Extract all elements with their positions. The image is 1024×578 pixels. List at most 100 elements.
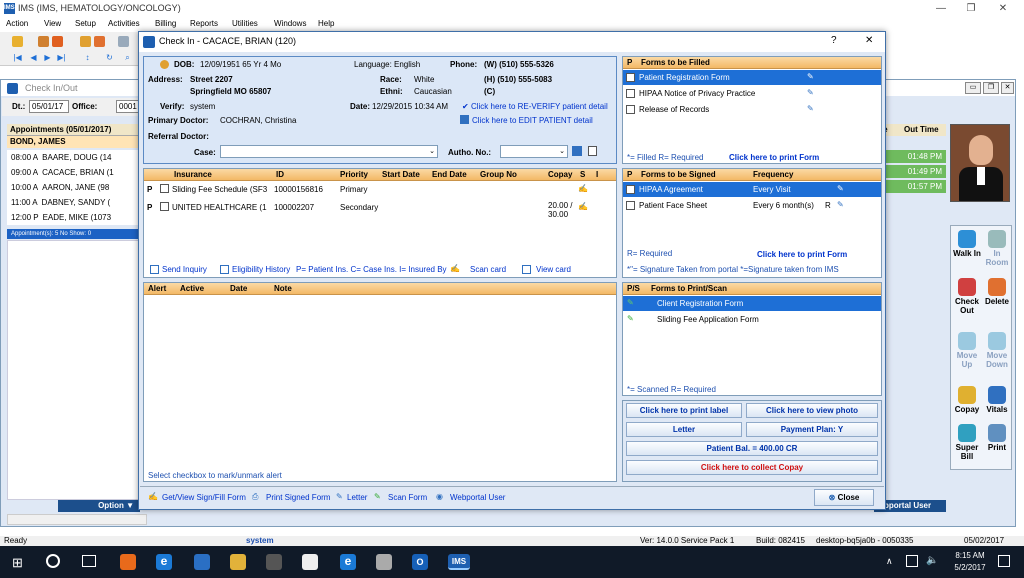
form-row[interactable]: Patient Registration Form ✎	[623, 70, 881, 85]
taskbar-time[interactable]: 8:15 AM	[954, 551, 986, 560]
dialog-close-icon[interactable]: ✕	[865, 35, 873, 46]
calculator-icon[interactable]	[266, 554, 282, 570]
letter-link[interactable]: Letter	[347, 493, 367, 502]
refresh-icon[interactable]: ↻	[104, 52, 115, 63]
print-filled-form-link[interactable]: Click here to print Form	[729, 153, 819, 162]
edge-icon[interactable]: e	[156, 554, 172, 570]
close-button[interactable]: ⊗ Close	[814, 489, 874, 506]
ci-restore-icon[interactable]: ❐	[983, 82, 999, 94]
minimize-icon[interactable]: —	[926, 0, 956, 17]
collect-copay-button[interactable]: Click here to collect Copay	[626, 460, 878, 475]
ims-taskbar-icon[interactable]: IMS	[448, 554, 470, 570]
network-icon[interactable]	[906, 555, 918, 567]
print-label-button[interactable]: Click here to print label	[626, 403, 742, 418]
super-bill-button[interactable]: Super Bill	[952, 424, 982, 461]
users-icon[interactable]	[38, 36, 49, 47]
ci-minimize-icon[interactable]: ▭	[965, 82, 981, 94]
menu-activities[interactable]: Activities	[108, 19, 140, 28]
print-signed-form-link[interactable]: Click here to print Form	[757, 250, 847, 259]
autho-select[interactable]: ⌄	[500, 145, 568, 158]
volume-icon[interactable]: 🔈	[926, 555, 938, 566]
move-down-button[interactable]: Move Down	[982, 332, 1012, 369]
outlook-icon[interactable]: O	[412, 554, 428, 570]
webportal-user-link[interactable]: Webportal User	[450, 493, 505, 502]
notification-icon[interactable]	[998, 555, 1010, 567]
eligibility-history-link[interactable]: Eligibility History	[232, 265, 290, 274]
folder-icon[interactable]	[80, 36, 91, 47]
option-button[interactable]: Option ▼	[58, 500, 140, 512]
patient-photo[interactable]	[950, 124, 1010, 202]
windows-start-icon[interactable]: ⊞	[12, 555, 23, 571]
case-select[interactable]: ⌄	[220, 145, 438, 158]
menu-help[interactable]: Help	[318, 19, 334, 28]
tray-chevron-icon[interactable]: ∧	[886, 556, 893, 567]
reverify-link[interactable]: ✔ Click here to RE-VERIFY patient detail	[462, 102, 608, 111]
appointment-row[interactable]: 12:00 P EADE, MIKE (1073	[7, 210, 145, 225]
horizontal-scrollbar[interactable]	[7, 514, 147, 525]
first-icon[interactable]: |◀	[12, 52, 23, 63]
print-form-row[interactable]: ✎ Client Registration Form	[623, 296, 881, 311]
appointment-row[interactable]: 08:00 A BAARE, DOUG (14	[7, 150, 145, 165]
task-view-icon[interactable]	[82, 555, 96, 567]
get-view-sign-link[interactable]: Get/View Sign/Fill Form	[162, 493, 246, 502]
menu-windows[interactable]: Windows	[274, 19, 306, 28]
appointment-row[interactable]: 10:00 A AARON, JANE (98	[7, 180, 145, 195]
firefox-icon[interactable]	[120, 554, 136, 570]
insurance-row[interactable]: P UNITED HEALTHCARE (1 100002207 Seconda…	[144, 199, 616, 221]
walk-in-button[interactable]: Walk In	[952, 230, 982, 258]
ie-icon[interactable]: e	[340, 554, 356, 570]
print-form-row[interactable]: ✎ Sliding Fee Application Form	[623, 312, 881, 327]
print-signed-form-link[interactable]: Print Signed Form	[266, 493, 330, 502]
copay-button[interactable]: Copay	[952, 386, 982, 414]
send-inquiry-link[interactable]: Send Inquiry	[162, 265, 207, 274]
restore-icon[interactable]: ❐	[956, 0, 986, 17]
edit-form-icon[interactable]: ✎	[807, 72, 814, 81]
menu-action[interactable]: Action	[6, 19, 28, 28]
ins-checkbox[interactable]	[160, 184, 169, 194]
form-checkbox[interactable]	[626, 201, 635, 211]
autho-doc-icon[interactable]	[588, 146, 597, 156]
help-icon[interactable]: ?	[831, 35, 837, 46]
form-checkbox[interactable]	[626, 185, 635, 195]
form-checkbox[interactable]	[626, 105, 635, 115]
edit-patient-link[interactable]: Click here to EDIT PATIENT detail	[472, 116, 593, 125]
report-icon[interactable]	[118, 36, 129, 47]
search-icon[interactable]: ⌕	[122, 52, 133, 63]
menu-setup[interactable]: Setup	[75, 19, 96, 28]
form-row[interactable]: Release of Records ✎	[623, 102, 881, 117]
in-room-button[interactable]: In Room	[982, 230, 1012, 267]
patient-balance-button[interactable]: Patient Bal. = 400.00 CR	[626, 441, 878, 456]
menu-reports[interactable]: Reports	[190, 19, 218, 28]
user-icon[interactable]	[12, 36, 23, 47]
insurance-row[interactable]: P Sliding Fee Schedule (SF3 10000156816 …	[144, 182, 616, 196]
check-out-button[interactable]: Check Out	[952, 278, 982, 315]
view-card-link[interactable]: View card	[536, 265, 571, 274]
sign-form-row[interactable]: Patient Face Sheet Every 6 month(s) R ✎	[623, 198, 881, 213]
appointment-row[interactable]: 09:00 A CACACE, BRIAN (1	[7, 165, 145, 180]
autho-edit-icon[interactable]	[572, 146, 582, 156]
form-checkbox[interactable]	[626, 89, 635, 99]
provider-row[interactable]: BOND, JAMES	[7, 136, 145, 148]
taskbar-date[interactable]: 5/2/2017	[954, 563, 986, 572]
edit-form-icon[interactable]: ✎	[807, 104, 814, 113]
edit-form-icon[interactable]: ✎	[807, 88, 814, 97]
paint-icon[interactable]	[302, 554, 318, 570]
store-icon[interactable]	[194, 554, 210, 570]
delete-button[interactable]: Delete	[982, 278, 1012, 306]
vitals-button[interactable]: Vitals	[982, 386, 1012, 414]
sign-form-row[interactable]: HIPAA Agreement Every Visit ✎	[623, 182, 881, 197]
tool-icon[interactable]	[376, 554, 392, 570]
menu-view[interactable]: View	[44, 19, 61, 28]
search-icon[interactable]	[46, 554, 60, 568]
close-icon[interactable]: ✕	[988, 0, 1018, 17]
next-icon[interactable]: ▶	[42, 52, 53, 63]
menu-billing[interactable]: Billing	[155, 19, 176, 28]
form-row[interactable]: HIPAA Notice of Privacy Practice ✎	[623, 86, 881, 101]
scan-card-link[interactable]: Scan card	[470, 265, 506, 274]
letter-button[interactable]: Letter	[626, 422, 742, 437]
payment-plan-button[interactable]: Payment Plan: Y	[746, 422, 878, 437]
file-explorer-icon[interactable]	[230, 554, 246, 570]
calendar-icon[interactable]	[94, 36, 105, 47]
prev-icon[interactable]: ◀	[28, 52, 39, 63]
scan-form-link[interactable]: Scan Form	[388, 493, 427, 502]
